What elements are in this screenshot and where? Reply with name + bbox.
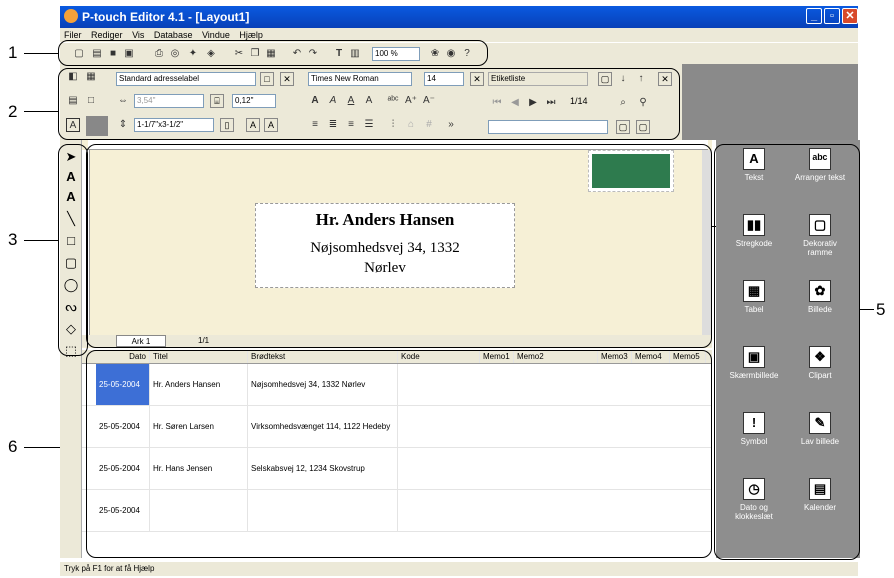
title-bar: P-touch Editor 4.1 - [Layout1] — [60, 6, 858, 28]
callout-5: 5 — [876, 300, 886, 319]
menu-hjaelp[interactable]: Hjælp — [239, 30, 263, 40]
maximize-button[interactable]: ▫ — [824, 8, 840, 24]
menu-filer[interactable]: Filer — [64, 30, 82, 40]
callout-line-2 — [24, 111, 58, 112]
callout-bracket-4 — [86, 144, 712, 348]
callout-bracket-6 — [86, 350, 712, 558]
callout-line-1 — [24, 53, 58, 54]
menu-vindue[interactable]: Vindue — [202, 30, 230, 40]
callout-bracket-2 — [58, 68, 680, 140]
minimize-button[interactable]: _ — [806, 8, 822, 24]
callout-1: 1 — [8, 43, 18, 62]
callout-bracket-3 — [58, 144, 88, 356]
menu-database[interactable]: Database — [154, 30, 193, 40]
close-button[interactable]: ✕ — [842, 8, 858, 24]
status-text: Tryk på F1 for at få Hjælp — [64, 564, 155, 573]
callout-2: 2 — [8, 102, 18, 121]
callout-line-3 — [24, 240, 58, 241]
callout-6: 6 — [8, 437, 18, 456]
window-title: P-touch Editor 4.1 - [Layout1] — [82, 10, 250, 24]
callout-line-5 — [860, 309, 874, 310]
menu-vis[interactable]: Vis — [132, 30, 144, 40]
callout-3: 3 — [8, 230, 18, 249]
menu-rediger[interactable]: Rediger — [91, 30, 123, 40]
status-bar: Tryk på F1 for at få Hjælp — [60, 562, 858, 576]
toolbar-empty-area — [682, 64, 858, 140]
app-icon — [64, 9, 78, 23]
callout-bracket-5 — [714, 144, 860, 560]
callout-bracket-1 — [58, 40, 488, 66]
